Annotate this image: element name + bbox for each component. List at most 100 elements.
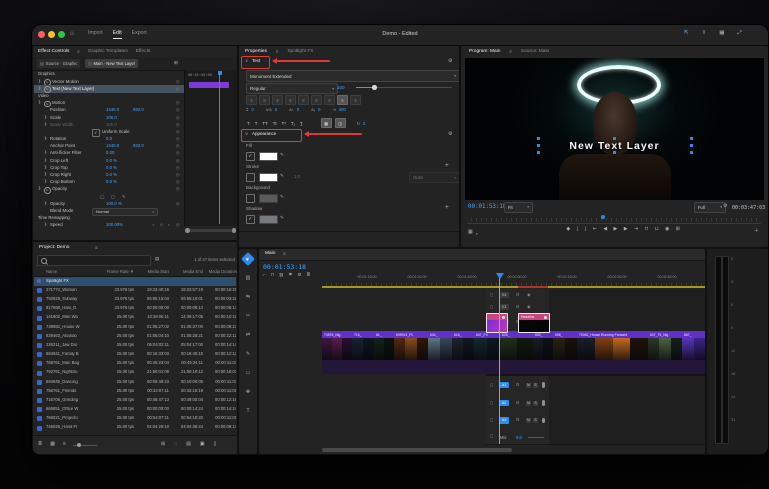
label-color-chip[interactable] [37, 370, 42, 376]
tab-effect-controls[interactable]: Effect Controls [38, 49, 69, 55]
ec-row-vector-motion[interactable]: ❯ fx Vector Motion ◷ [34, 78, 184, 86]
project-row-792781-nightclu[interactable]: 792781_Nightclu 25.00 fps 21:50:01:09 21:50… [34, 368, 236, 377]
solo-button[interactable]: S [533, 418, 538, 423]
program-settings-wrench-icon[interactable]: ⚙ [723, 204, 727, 209]
track-target-v3[interactable]: V3 [499, 303, 509, 311]
program-settings-icon[interactable]: ▦ [468, 230, 473, 235]
project-tab[interactable]: Project: Demo [39, 245, 69, 251]
faux-bold-button[interactable]: T [246, 120, 251, 127]
ec-prop-value[interactable]: 932.0 [133, 143, 144, 148]
text-wrench-icon[interactable]: ⚙ [448, 59, 452, 64]
point-text-toggle-button[interactable]: ▦ [320, 118, 332, 128]
column-header-name[interactable]: Name [46, 269, 98, 274]
mute-button[interactable]: M [526, 418, 531, 423]
stopwatch-icon[interactable]: ◷ [176, 108, 180, 112]
slider-handle[interactable] [372, 85, 377, 90]
ec-row-crop-bottom[interactable]: ❯ Crop Bottom 0.0 % ◷ [34, 179, 184, 186]
project-row-746026-hand-fr[interactable]: 746026_Hand Fr 25.00 fps 04:04:29:10 04:04:… [34, 423, 236, 432]
paragraph-text-toggle-button[interactable]: ◫ [334, 118, 346, 128]
ec-row-time-remapping[interactable]: Time Remapping [34, 215, 184, 222]
ec-row-scale-width[interactable]: ❯ Scale Width 100.0 ◷ [34, 121, 184, 128]
track-target-a3[interactable]: A3 [499, 417, 509, 424]
sync-lock-icon[interactable]: ⊟ [516, 382, 519, 387]
label-color-chip[interactable] [37, 297, 42, 303]
pen-mask-icon[interactable]: ✎ [122, 194, 126, 199]
ec-row-speed[interactable]: ❯ Speed 100.00% ◃ ◇ ▹ ◷ [34, 222, 184, 229]
workspaces-icon[interactable]: ▦ [719, 30, 724, 37]
rotate-value[interactable]: 0 [363, 121, 365, 126]
twirl-icon[interactable]: ❯ [44, 201, 47, 206]
tab-graphic-templates[interactable]: Graphic Templates [88, 49, 128, 55]
font-size-slider[interactable] [356, 85, 452, 90]
label-color-chip[interactable] [37, 361, 42, 367]
track-content-a3[interactable] [549, 412, 705, 430]
tab-spotlight-fx[interactable]: Spotlight FX [287, 49, 313, 55]
fullscreen-icon[interactable]: ⤢ [737, 30, 741, 37]
v1-clip-605-[interactable]: 605_ [500, 331, 534, 374]
tracking-control[interactable]: ⌶ 0 [246, 107, 254, 112]
program-scrollbar[interactable] [467, 222, 761, 225]
ec-prop-value[interactable]: 0.0 % [106, 165, 117, 170]
mix-volume-value[interactable]: 0.0 [516, 435, 522, 440]
program-playhead-dot[interactable] [601, 215, 605, 219]
lock-icon[interactable]: ◻ [490, 304, 493, 309]
delete-icon[interactable]: ▯ [214, 442, 217, 447]
playback-quality-select[interactable]: Full ▾ [694, 202, 726, 213]
timeline-tab[interactable]: Main [265, 251, 275, 257]
stopwatch-icon[interactable]: ◷ [176, 201, 180, 206]
share-icon[interactable]: ⇧ [702, 30, 707, 37]
column-header-media-duration[interactable]: Media Duration [205, 269, 237, 274]
panel-menu-icon[interactable]: ≡ [509, 50, 511, 54]
panel-menu-icon[interactable]: ≡ [77, 50, 79, 54]
kerning-value[interactable]: 0 [275, 107, 277, 112]
source-graphic-chip[interactable]: ▤ Source · Graphic [37, 59, 81, 68]
tab-width-control[interactable]: ⇥ 400 [332, 107, 345, 112]
track-target-v4[interactable]: V4 [499, 291, 509, 299]
go-to-out-button[interactable]: ⇥ [634, 227, 638, 233]
panel-menu-icon[interactable]: ≡ [276, 50, 278, 54]
type-tool[interactable]: T [243, 406, 253, 416]
play-button[interactable]: ▶ [614, 227, 618, 233]
project-search-input[interactable] [37, 255, 151, 266]
ec-row-video[interactable]: Video [34, 93, 184, 100]
mark-out-button[interactable]: } [585, 227, 587, 233]
ec-clip-bar[interactable]: New Text Layer [189, 82, 229, 88]
program-timecode[interactable]: 00:01:53:18 [468, 204, 506, 210]
label-color-chip[interactable] [37, 333, 42, 339]
label-color-chip[interactable] [37, 398, 42, 404]
label-color-chip[interactable] [37, 315, 42, 321]
text-direction-ltr-button[interactable]: ≡ [337, 95, 348, 105]
ec-prop-value[interactable]: 1440.0 [106, 143, 119, 148]
selection-handle[interactable] [613, 151, 616, 154]
ec-prop-value[interactable]: 0.00 [106, 151, 114, 156]
ec-prop-value[interactable]: 106.0 [106, 115, 117, 120]
ec-prop-value[interactable]: 0.0 % [106, 179, 117, 184]
twirl-icon[interactable]: ❯ [44, 172, 47, 177]
scrollbar-handle-right[interactable] [231, 228, 236, 233]
selection-handle[interactable] [690, 137, 693, 140]
stopwatch-icon[interactable]: ◷ [176, 187, 180, 191]
label-color-chip[interactable] [37, 388, 42, 394]
v2-clip-headline[interactable]: Headline [518, 313, 550, 333]
project-row-226211-jaw-dro[interactable]: 226211_Jaw Dro 25.00 fps 05:04:02:11 05:04:… [34, 341, 236, 350]
mute-button[interactable]: M [526, 382, 531, 388]
v2-clip[interactable] [486, 313, 508, 333]
track-target-a1[interactable]: A1 [499, 381, 509, 389]
stopwatch-icon[interactable]: ◷ [176, 165, 180, 170]
lift-button[interactable]: ⊓ [644, 227, 648, 233]
icon-view-icon[interactable]: ▦ [50, 442, 55, 447]
ec-row-crop-top[interactable]: ❯ Crop Top 0.0 % ◷ [34, 164, 184, 171]
stroke-add-button[interactable]: + [445, 162, 449, 170]
ec-row-blend-mode[interactable]: Blend Mode Normal ▾ [34, 207, 184, 216]
baseline-shift-value[interactable]: 0 [318, 107, 320, 112]
solo-button[interactable]: S [533, 382, 538, 388]
column-header-media-end[interactable]: Media End [171, 269, 203, 274]
stopwatch-icon[interactable]: ◷ [176, 158, 180, 163]
ec-prop-value[interactable]: 100.0 % [106, 201, 122, 206]
selection-handle[interactable] [690, 144, 693, 147]
sync-lock-icon[interactable]: ⊟ [516, 304, 519, 309]
add-marker-icon[interactable]: ⚑ [288, 272, 292, 278]
ec-prop-value[interactable]: 0.0 % [106, 172, 117, 177]
ec-row-rotation[interactable]: ❯ Rotation 0.0 ◷ [34, 136, 184, 143]
twirl-icon[interactable]: ❯ [44, 165, 47, 170]
